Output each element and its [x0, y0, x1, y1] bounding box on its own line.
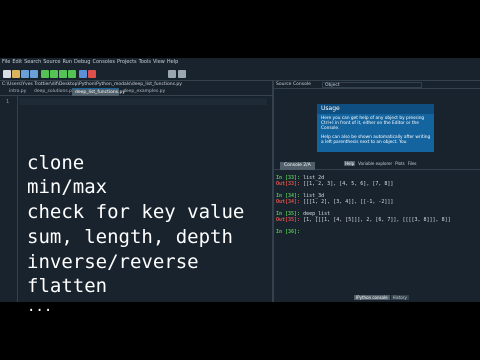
console-bottom-tabs: IPython console History — [354, 294, 410, 301]
menu-view[interactable]: View — [153, 59, 165, 65]
tab-console[interactable]: Console 2/A — [280, 162, 315, 170]
menu-edit[interactable]: Edit — [12, 59, 22, 65]
menu-consoles[interactable]: Consoles — [92, 59, 114, 65]
console-line: In [36]: — [276, 229, 300, 235]
text-line-sum: sum, length, depth — [27, 226, 233, 248]
line-gutter: 1 — [0, 96, 18, 302]
text-line-clone: clone — [27, 152, 85, 174]
menu-source[interactable]: Source — [43, 59, 60, 65]
console-text: [[[1, 2], [3, 4]], [[-1, -2]]] — [300, 199, 394, 205]
menu-tools[interactable]: Tools — [139, 59, 151, 65]
text-line-ellipsis: ... — [27, 299, 53, 315]
toolbar — [0, 67, 480, 81]
menu-help[interactable]: Help — [167, 59, 178, 65]
usage-text-2: Help can also be shown automatically aft… — [321, 135, 431, 145]
text-line-flatten: flatten — [27, 275, 108, 297]
console-line: Out[33]: [[1, 2, 3], [4, 5, 6], [7, 8]] — [276, 181, 393, 187]
debug-icon[interactable] — [79, 70, 87, 78]
maximize-icon[interactable] — [168, 70, 176, 78]
current-line-highlight — [19, 98, 267, 105]
object-input[interactable]: Object — [322, 82, 422, 88]
help-pane: Usage Here you can get help of any objec… — [274, 90, 480, 166]
menu-search[interactable]: Search — [24, 59, 41, 65]
line-number: 1 — [6, 99, 10, 105]
new-file-icon[interactable] — [3, 70, 11, 78]
menu-bar: File Edit Search Source Run Debug Consoles Proj… — [0, 58, 480, 67]
tab-deep-list-functions[interactable]: deep_list_functions.py — [72, 88, 125, 96]
tab-intro[interactable]: intro.py — [6, 88, 30, 96]
console-text: [[1, 2, 3], [4, 5, 6], [7, 8]] — [300, 181, 394, 187]
help-source-bar: Source Console Object — [274, 81, 480, 89]
file-path: C:\Users\Yves Trottier\dif\Desktop\Pytho… — [2, 82, 182, 87]
save-icon[interactable] — [21, 70, 29, 78]
output-prompt: Out[34]: — [276, 199, 301, 205]
menu-debug[interactable]: Debug — [74, 59, 90, 65]
console-text: [1, [[[1, [4, [5]]], 2, [6, 7]], [[[[3, … — [300, 217, 451, 223]
output-prompt: Out[33]: — [276, 181, 301, 187]
usage-title: Usage — [317, 104, 434, 114]
usage-panel: Usage Here you can get help of any objec… — [317, 104, 434, 152]
ipython-console[interactable]: In [33]: list_2d Out[33]: [[1, 2, 3], [4,… — [274, 170, 480, 294]
source-tab[interactable]: Source — [276, 81, 291, 89]
tab-deep-solutions[interactable]: deep_solutions.py — [31, 88, 75, 96]
stop-icon[interactable] — [88, 70, 96, 78]
run-cell-icon[interactable] — [50, 70, 58, 78]
tab-deep-examples[interactable]: deep_examples.py — [120, 88, 165, 96]
console-tab-bar: Console 2/A — [274, 162, 480, 170]
menu-run[interactable]: Run — [62, 59, 72, 65]
menu-file[interactable]: File — [2, 59, 10, 65]
console-line: Out[34]: [[[1, 2], [3, 4]], [[-1, -2]]] — [276, 199, 393, 205]
editor-tabs: intro.py deep_solutions.py deep_list_fun… — [0, 88, 272, 96]
tab-history[interactable]: History — [390, 295, 409, 300]
console-line: Out[35]: [1, [[[1, [4, [5]]], 2, [6, 7]]… — [276, 217, 451, 223]
open-folder-icon[interactable] — [12, 70, 20, 78]
usage-text-1: Here you can get help of any object by p… — [321, 116, 425, 131]
run-cell-advance-icon[interactable] — [59, 70, 67, 78]
text-line-key-value: check for key value — [27, 201, 245, 223]
code-editor[interactable]: 1 clone min/max check for key value sum,… — [0, 96, 272, 315]
tab-ipython-console[interactable]: IPython console — [354, 295, 390, 300]
text-line-minmax: min/max — [27, 176, 108, 198]
right-pane: Source Console Object Usage Here you can… — [274, 81, 480, 302]
menu-projects[interactable]: Projects — [117, 59, 137, 65]
spyder-window: File Edit Search Source Run Debug Consoles Proj… — [0, 58, 480, 315]
console-source-tab[interactable]: Console — [293, 81, 311, 89]
text-line-inverse: inverse/reverse — [27, 251, 199, 273]
run-icon[interactable] — [41, 70, 49, 78]
save-all-icon[interactable] — [30, 70, 38, 78]
input-prompt: In [36]: — [276, 229, 301, 235]
preferences-icon[interactable] — [178, 70, 186, 78]
output-prompt: Out[35]: — [276, 217, 301, 223]
run-selection-icon[interactable] — [68, 70, 76, 78]
